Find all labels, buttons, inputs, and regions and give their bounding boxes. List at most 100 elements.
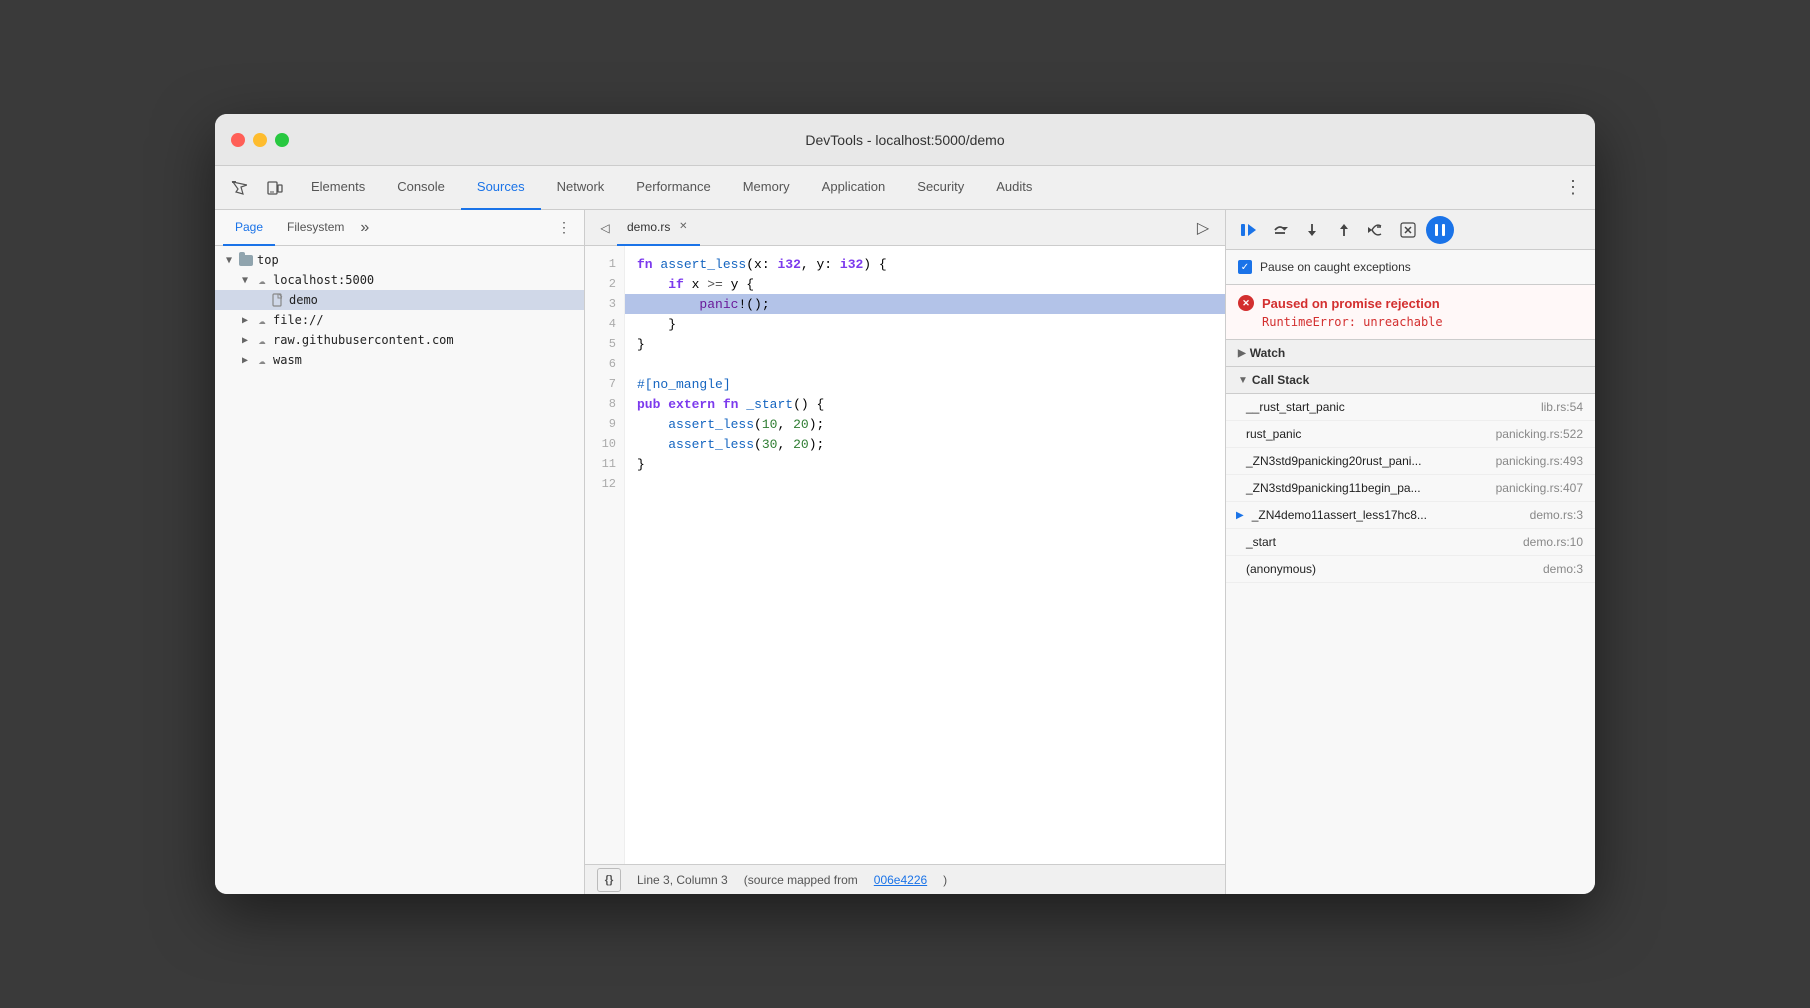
tree-label-top: top: [257, 253, 279, 267]
tree-label-wasm: wasm: [273, 353, 302, 367]
tree-label-demo: demo: [289, 293, 318, 307]
source-map-close: ): [943, 873, 947, 887]
cloud-icon-wasm: ☁: [255, 353, 269, 367]
resume-button[interactable]: [1234, 216, 1262, 244]
sidebar-tabs: Page Filesystem » ⋮: [215, 210, 584, 246]
callstack-section-header[interactable]: ▼ Call Stack: [1226, 367, 1595, 394]
sidebar-tab-actions: ⋮: [552, 216, 576, 240]
maximize-button[interactable]: [275, 133, 289, 147]
sidebar: Page Filesystem » ⋮ ▼ top ▼: [215, 210, 585, 894]
sidebar-tabs-more-icon[interactable]: »: [360, 219, 369, 237]
source-map-link[interactable]: 006e4226: [874, 873, 927, 887]
sidebar-tab-filesystem[interactable]: Filesystem: [275, 210, 356, 246]
device-toolbar-icon[interactable]: [259, 172, 291, 204]
paused-banner: Paused on promise rejection RuntimeError…: [1226, 285, 1595, 340]
callstack-item-0[interactable]: __rust_start_panic lib.rs:54: [1226, 394, 1595, 421]
watch-section-header[interactable]: ▶ Watch: [1226, 340, 1595, 367]
line-num-4: 4: [585, 314, 624, 334]
minimize-button[interactable]: [253, 133, 267, 147]
tab-security[interactable]: Security: [901, 166, 980, 210]
debugger-toolbar: [1226, 210, 1595, 250]
callstack-item-5[interactable]: _start demo.rs:10: [1226, 529, 1595, 556]
paused-title-row: Paused on promise rejection: [1238, 295, 1583, 311]
line-num-12: 12: [585, 474, 624, 494]
callstack-fn-6: (anonymous): [1246, 562, 1495, 576]
pause-exceptions-row: Pause on caught exceptions: [1226, 250, 1595, 285]
cursor-position: Line 3, Column 3: [637, 873, 728, 887]
tab-performance[interactable]: Performance: [620, 166, 726, 210]
tab-audits[interactable]: Audits: [980, 166, 1048, 210]
step-over-button[interactable]: [1266, 216, 1294, 244]
sidebar-action-more-icon[interactable]: ⋮: [552, 216, 576, 240]
tree-item-demo[interactable]: demo: [215, 290, 584, 310]
callstack-fn-2: _ZN3std9panicking20rust_pani...: [1246, 454, 1488, 468]
close-button[interactable]: [231, 133, 245, 147]
line-num-7: 7: [585, 374, 624, 394]
pause-on-exceptions-button[interactable]: [1426, 216, 1454, 244]
callstack-item-4[interactable]: ▶ _ZN4demo11assert_less17hc8... demo.rs:…: [1226, 502, 1595, 529]
callstack-loc-5: demo.rs:10: [1503, 535, 1583, 549]
callstack-item-3[interactable]: _ZN3std9panicking11begin_pa... panicking…: [1226, 475, 1595, 502]
more-tabs-icon[interactable]: ⋮: [1559, 174, 1587, 202]
callstack-item-2[interactable]: _ZN3std9panicking20rust_pani... panickin…: [1226, 448, 1595, 475]
line-num-6: 6: [585, 354, 624, 374]
devtools-tabbar: Elements Console Sources Network Perform…: [215, 166, 1595, 210]
cloud-icon-localhost: ☁: [255, 273, 269, 287]
tree-item-top[interactable]: ▼ top: [215, 250, 584, 270]
callstack-fn-3: _ZN3std9panicking11begin_pa...: [1246, 481, 1488, 495]
disable-breakpoints-button[interactable]: [1394, 216, 1422, 244]
step-out-button[interactable]: [1330, 216, 1358, 244]
code-line-1: fn assert_less(x: i32, y: i32) {: [625, 254, 1225, 274]
editor-navigate-back-icon[interactable]: ◁: [593, 216, 617, 240]
callstack-loc-0: lib.rs:54: [1503, 400, 1583, 414]
tree-item-localhost[interactable]: ▼ ☁ localhost:5000: [215, 270, 584, 290]
tree-arrow-file: ▶: [239, 315, 251, 326]
editor-tab-demo[interactable]: demo.rs ✕: [617, 210, 700, 246]
watch-collapse-arrow: ▶: [1238, 348, 1246, 359]
callstack-fn-5: _start: [1246, 535, 1495, 549]
callstack-fn-0: __rust_start_panic: [1246, 400, 1495, 414]
tab-sources[interactable]: Sources: [461, 166, 541, 210]
tab-memory[interactable]: Memory: [727, 166, 806, 210]
tree-item-raw[interactable]: ▶ ☁ raw.githubusercontent.com: [215, 330, 584, 350]
tree-arrow-top: ▼: [223, 255, 235, 266]
pause-exceptions-checkbox[interactable]: [1238, 260, 1252, 274]
right-panel: Pause on caught exceptions Paused on pro…: [1225, 210, 1595, 894]
tab-elements[interactable]: Elements: [295, 166, 381, 210]
devtools-body: Page Filesystem » ⋮ ▼ top ▼: [215, 210, 1595, 894]
code-editor[interactable]: 1 2 3 4 5 6 7 8 9 10 11 12 fn assert_les…: [585, 246, 1225, 864]
callstack-loc-3: panicking.rs:407: [1496, 481, 1583, 495]
callstack-item-1[interactable]: rust_panic panicking.rs:522: [1226, 421, 1595, 448]
tab-application[interactable]: Application: [806, 166, 902, 210]
code-line-10: assert_less(30, 20);: [625, 434, 1225, 454]
tree-item-wasm[interactable]: ▶ ☁ wasm: [215, 350, 584, 370]
line-num-1: 1: [585, 254, 624, 274]
folder-icon: [239, 253, 253, 267]
cloud-icon-file: ☁: [255, 313, 269, 327]
tree-label-file: file://: [273, 313, 324, 327]
tree-arrow-wasm: ▶: [239, 355, 251, 366]
tab-console[interactable]: Console: [381, 166, 461, 210]
main-editor-area: ◁ demo.rs ✕ ▷ 1 2 3 4 5 6 7 8: [585, 210, 1225, 894]
callstack-label: Call Stack: [1252, 373, 1309, 387]
editor-tab-close-icon[interactable]: ✕: [676, 220, 690, 234]
status-bar: {} Line 3, Column 3 (source mapped from …: [585, 864, 1225, 894]
callstack-item-6[interactable]: (anonymous) demo:3: [1226, 556, 1595, 583]
tab-network[interactable]: Network: [541, 166, 621, 210]
callstack-loc-1: panicking.rs:522: [1496, 427, 1583, 441]
paused-subtitle: RuntimeError: unreachable: [1238, 315, 1583, 329]
callstack-loc-4: demo.rs:3: [1503, 508, 1583, 522]
sidebar-tab-page[interactable]: Page: [223, 210, 275, 246]
editor-run-icon[interactable]: ▷: [1189, 214, 1217, 242]
callstack-fn-1: rust_panic: [1246, 427, 1488, 441]
file-icon-demo: [271, 293, 285, 307]
tree-item-file[interactable]: ▶ ☁ file://: [215, 310, 584, 330]
callstack-loc-6: demo:3: [1503, 562, 1583, 576]
step-into-button[interactable]: [1298, 216, 1326, 244]
format-code-button[interactable]: {}: [597, 868, 621, 892]
source-map-text: (source mapped from: [744, 873, 858, 887]
step-back-button[interactable]: [1362, 216, 1390, 244]
line-num-8: 8: [585, 394, 624, 414]
callstack-fn-4: _ZN4demo11assert_less17hc8...: [1252, 508, 1495, 522]
inspect-icon[interactable]: [223, 172, 255, 204]
